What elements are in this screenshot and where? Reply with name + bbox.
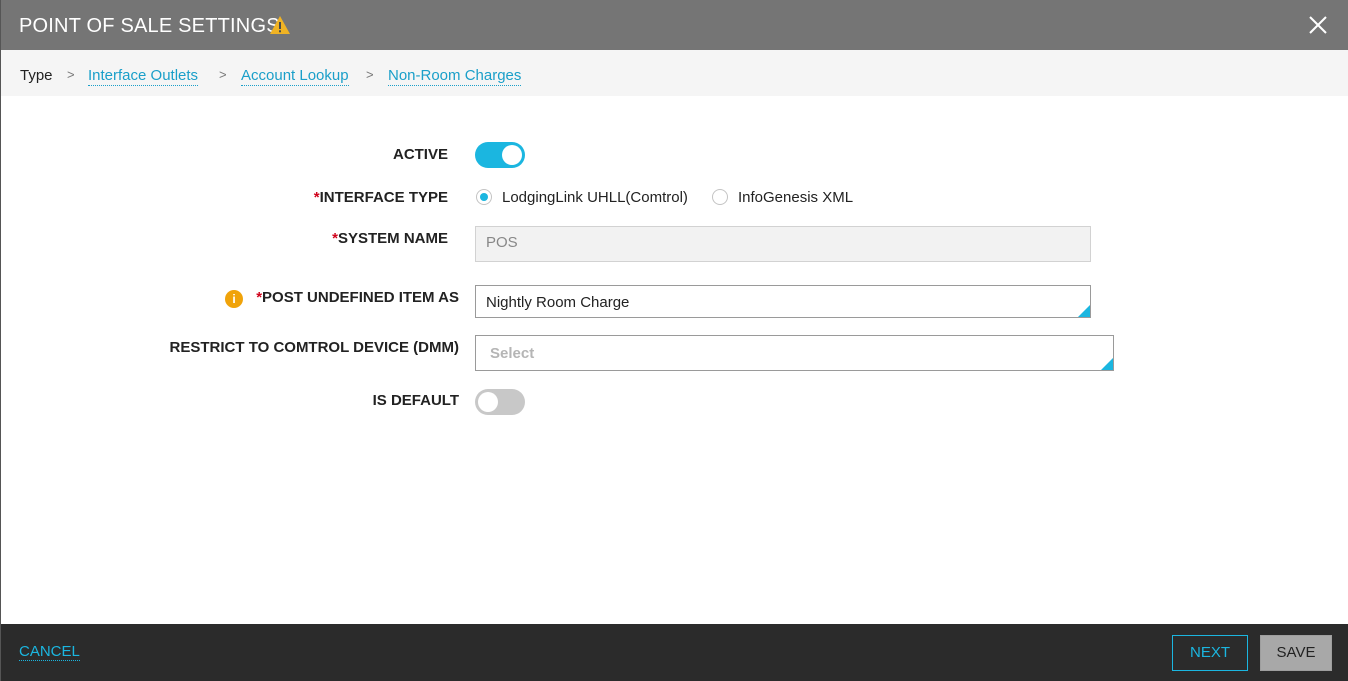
active-toggle[interactable] bbox=[475, 142, 525, 168]
close-icon bbox=[1309, 16, 1327, 34]
interface-type-label-text: INTERFACE TYPE bbox=[319, 189, 448, 206]
system-name-value: POS bbox=[486, 234, 518, 251]
next-button[interactable]: NEXT bbox=[1172, 635, 1248, 671]
post-undefined-label-text: POST UNDEFINED ITEM AS bbox=[262, 289, 459, 306]
radio-lodginglink-label[interactable]: LodgingLink UHLL(Comtrol) bbox=[502, 189, 688, 206]
radio-infogenesis-label[interactable]: InfoGenesis XML bbox=[738, 189, 853, 206]
is-default-label: IS DEFAULT bbox=[372, 392, 459, 409]
radio-infogenesis[interactable] bbox=[712, 189, 728, 205]
point-of-sale-settings-dialog: POINT OF SALE SETTINGS Type > Interface … bbox=[0, 0, 1348, 681]
breadcrumb-non-room-charges[interactable]: Non-Room Charges bbox=[388, 67, 522, 86]
breadcrumb-separator: > bbox=[67, 67, 75, 82]
close-button[interactable] bbox=[1305, 12, 1331, 38]
save-button[interactable]: SAVE bbox=[1260, 635, 1332, 671]
restrict-device-placeholder: Select bbox=[490, 345, 535, 362]
system-name-input: POS bbox=[475, 226, 1091, 262]
info-icon[interactable]: i bbox=[225, 290, 243, 308]
breadcrumb-interface-outlets[interactable]: Interface Outlets bbox=[88, 67, 199, 86]
cancel-button[interactable]: CANCEL bbox=[19, 643, 80, 661]
post-undefined-label: *POST UNDEFINED ITEM AS bbox=[256, 289, 459, 306]
breadcrumb: Type > Interface Outlets > Account Looku… bbox=[1, 50, 1348, 96]
breadcrumb-separator: > bbox=[219, 67, 227, 82]
restrict-device-select[interactable]: Select bbox=[475, 335, 1114, 371]
system-name-label-text: SYSTEM NAME bbox=[337, 230, 448, 247]
breadcrumb-type: Type bbox=[20, 67, 53, 84]
breadcrumb-account-lookup[interactable]: Account Lookup bbox=[241, 67, 349, 86]
dialog-footer: CANCEL NEXT SAVE bbox=[1, 624, 1348, 681]
title-bar: POINT OF SALE SETTINGS bbox=[1, 0, 1348, 50]
dropdown-corner-icon bbox=[1101, 358, 1113, 370]
breadcrumb-separator: > bbox=[366, 67, 374, 82]
dialog-title: POINT OF SALE SETTINGS bbox=[19, 15, 280, 37]
dropdown-corner-icon bbox=[1078, 305, 1090, 317]
radio-lodginglink[interactable] bbox=[476, 189, 492, 205]
is-default-toggle[interactable] bbox=[475, 389, 525, 415]
toggle-knob bbox=[478, 392, 498, 412]
system-name-label: *SYSTEM NAME bbox=[332, 230, 448, 247]
toggle-knob bbox=[502, 145, 522, 165]
active-label: ACTIVE bbox=[392, 146, 448, 163]
interface-type-label: *INTERFACE TYPE bbox=[314, 189, 448, 206]
post-undefined-select[interactable]: Nightly Room Charge bbox=[475, 285, 1091, 318]
post-undefined-value: Nightly Room Charge bbox=[486, 294, 630, 311]
warning-triangle-icon bbox=[269, 15, 291, 35]
restrict-device-label: RESTRICT TO COMTROL DEVICE (DMM) bbox=[169, 339, 459, 356]
